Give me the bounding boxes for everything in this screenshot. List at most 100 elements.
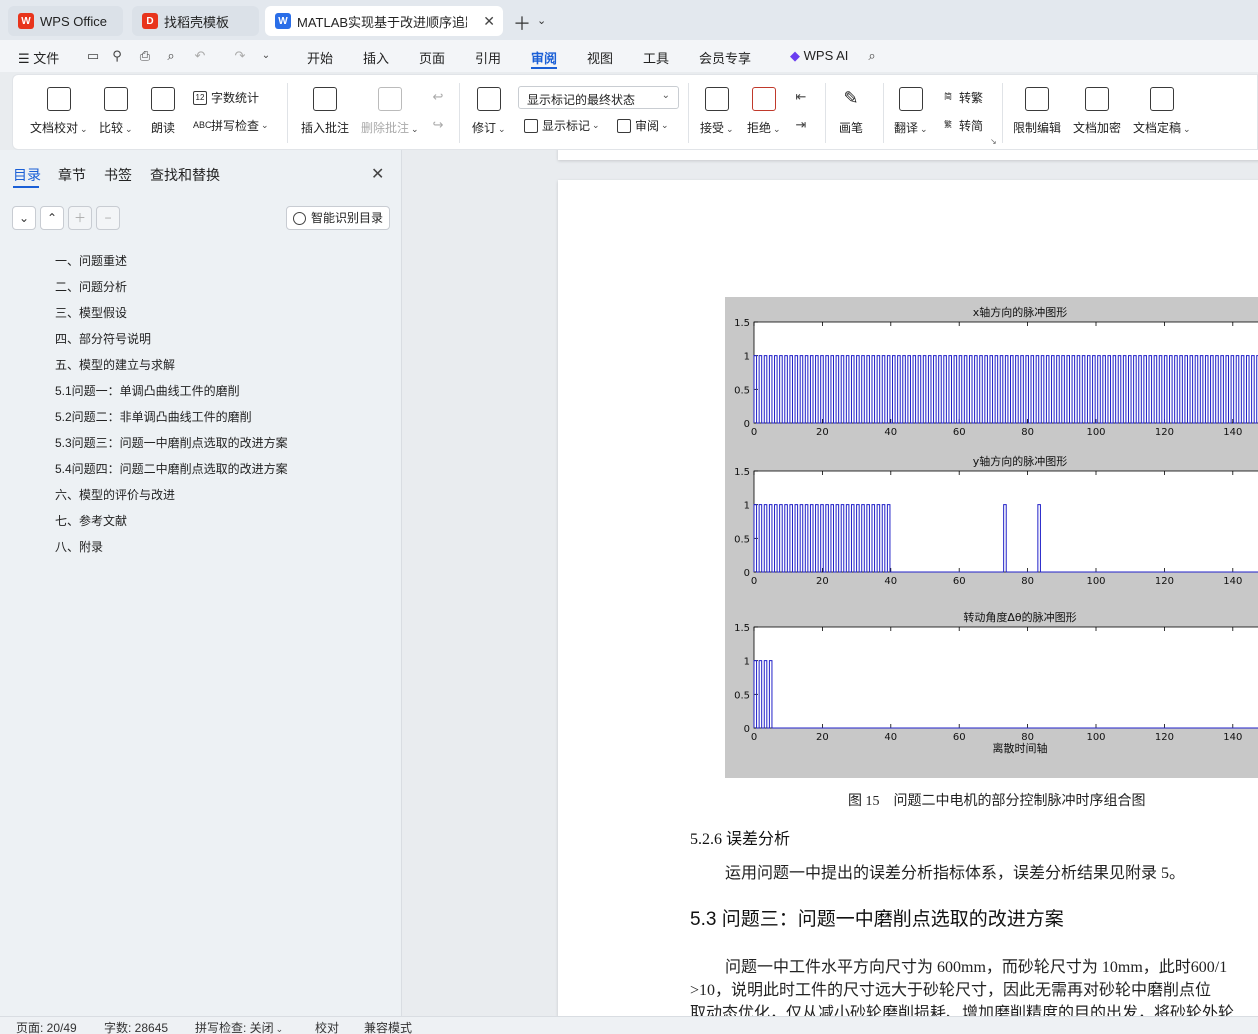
toc-item[interactable]: 二、问题分析 [55, 278, 127, 295]
menu-page[interactable]: 页面 [419, 48, 445, 67]
save-icon[interactable]: ▭ [85, 48, 101, 64]
compare-button[interactable]: 比较 ⌄ [99, 87, 133, 136]
accept-icon [704, 87, 729, 111]
close-icon[interactable]: ✕ [371, 164, 384, 184]
promote-level-button[interactable]: ＋ [68, 206, 92, 230]
paragraph: 运用问题一中提出的误差分析指标体系，误差分析结果见附录 5。 [725, 865, 1186, 882]
pen-button[interactable]: ✎ 画笔 [839, 87, 863, 136]
read-aloud-button[interactable]: 朗读 [151, 87, 175, 136]
next-comment-icon[interactable]: ↪ [430, 117, 446, 133]
restrict-edit-button[interactable]: 限制编辑 [1013, 87, 1061, 136]
toc-item[interactable]: 5.1问题一：单调凸曲线工件的磨削 [55, 382, 240, 399]
search-icon[interactable]: ⌕ [864, 48, 880, 64]
x-tick-label: 120 [1155, 576, 1174, 587]
menu-view[interactable]: 视图 [587, 48, 613, 67]
figure-caption: 图 15 问题二中电机的部分控制脉冲时序组合图 [848, 794, 1146, 809]
spell-check-button[interactable]: ABC 拼写检查 ⌄ [193, 117, 269, 134]
menu-member[interactable]: 会员专享 [699, 48, 751, 67]
y-tick-label: 0.5 [734, 385, 750, 396]
spell-check-status[interactable]: 拼写检查: 关闭 ⌄ [195, 1019, 283, 1034]
toc-item[interactable]: 六、模型的评价与改进 [55, 486, 175, 503]
redo-icon[interactable]: ↷ [232, 48, 248, 64]
new-tab-icon[interactable]: ＋ [513, 10, 531, 36]
close-tab-icon[interactable]: ✕ [483, 13, 495, 30]
toc-item[interactable]: 四、部分符号说明 [55, 330, 151, 347]
tab-chapters[interactable]: 章节 [58, 165, 86, 185]
menu-wps-ai[interactable]: ◆ WPS AI [790, 48, 848, 64]
finalize-button[interactable]: 文档定稿 ⌄ [1133, 87, 1191, 136]
tab-wps-office[interactable]: W WPS Office [8, 6, 123, 36]
chevron-down-icon[interactable]: ⌄ [537, 14, 546, 27]
smart-toc-button[interactable]: 智能识别目录 [286, 206, 390, 230]
toc-item[interactable]: 七、参考文献 [55, 512, 127, 529]
x-tick-label: 140 [1223, 576, 1242, 587]
tab-docer[interactable]: D 找稻壳模板 [132, 6, 259, 36]
to-simplified-button[interactable]: 繁转简 [941, 117, 983, 134]
document-area[interactable]: x轴方向的脉冲图形 0 0.5 1 1.5 0 20 40 60 80 100 120 140 y轴方向的… [403, 150, 1258, 1016]
toc-item[interactable]: 一、问题重述 [55, 252, 127, 269]
to-traditional-button[interactable]: 简转繁 [941, 89, 983, 106]
review-pane-button[interactable]: 审阅 ⌄ [617, 117, 669, 134]
menu-tools[interactable]: 工具 [643, 48, 669, 67]
expand-group-icon[interactable]: ↘ [990, 137, 997, 146]
menu-bar: ☰ 文件 ▭ ⚲ ⎙ ⌕ ↶ ↷ ⌄ 开始 插入 页面 引用 审阅 视图 工具 … [0, 40, 1258, 72]
x-tick-label: 140 [1223, 732, 1242, 743]
tab-find-replace[interactable]: 查找和替换 [150, 165, 220, 185]
finalize-document-icon [1149, 87, 1174, 111]
x-axis-label: 离散时间轴 [993, 741, 1048, 755]
chart-title: x轴方向的脉冲图形 [973, 305, 1068, 319]
word-doc-icon: W [275, 13, 291, 29]
insert-comment-icon [313, 87, 337, 111]
undo-icon[interactable]: ↶ [192, 48, 208, 64]
word-count[interactable]: 字数: 28645 [104, 1019, 168, 1034]
next-change-icon[interactable]: ⇥ [793, 117, 809, 133]
collapse-all-button[interactable]: ⌃ [40, 206, 64, 230]
menu-references[interactable]: 引用 [475, 48, 501, 67]
translate-icon [898, 87, 923, 111]
demote-level-button[interactable]: − [96, 206, 120, 230]
expand-all-button[interactable]: ⌄ [12, 206, 36, 230]
delete-comment-icon [377, 87, 402, 111]
menu-file[interactable]: ☰ 文件 [18, 48, 59, 67]
x-tick-label: 0 [751, 427, 757, 438]
revise-button[interactable]: 修订 ⌄ [472, 87, 506, 136]
menu-start[interactable]: 开始 [307, 48, 333, 67]
proofread-status[interactable]: 校对 [315, 1019, 339, 1034]
insert-comment-button[interactable]: 插入批注 [301, 87, 349, 136]
paragraph-line: 取动态优化，仅从减小砂轮磨削损耗、增加磨削精度的目的出发，将砂轮外轮 [690, 1005, 1235, 1016]
page-indicator[interactable]: 页面: 20/49 [16, 1019, 77, 1034]
toc-item[interactable]: 5.3问题三：问题一中磨削点选取的改进方案 [55, 434, 288, 451]
status-bar: 页面: 20/49 字数: 28645 拼写检查: 关闭 ⌄ 校对 兼容模式 [0, 1016, 1258, 1034]
markup-state-select[interactable]: 显示标记的最终状态 ⌄ [518, 86, 679, 109]
y-tick-label: 1.5 [734, 318, 750, 329]
reject-button[interactable]: 拒绝 ⌄ [747, 87, 781, 136]
chevron-down-icon[interactable]: ⌄ [258, 48, 274, 64]
y-tick-label: 1.5 [734, 467, 750, 478]
tab-bookmarks[interactable]: 书签 [104, 165, 132, 185]
toc-item[interactable]: 5.2问题二：非单调凸曲线工件的磨削 [55, 408, 252, 425]
tab-document[interactable]: W MATLAB实现基于改进顺序追踪 ✕ [265, 6, 503, 36]
translate-button[interactable]: 翻译 ⌄ [894, 87, 928, 136]
menu-review[interactable]: 审阅 [531, 48, 557, 67]
x-tick-label: 0 [751, 732, 757, 743]
print-preview-icon[interactable]: ⌕ [163, 48, 179, 64]
doc-check-button[interactable]: 文档校对 ⌄ [30, 87, 88, 136]
previous-comment-icon[interactable]: ↩ [430, 89, 446, 105]
encrypt-button[interactable]: 文档加密 [1073, 87, 1121, 136]
menu-insert[interactable]: 插入 [363, 48, 389, 67]
previous-change-icon[interactable]: ⇤ [793, 89, 809, 105]
toc-item[interactable]: 八、附录 [55, 538, 103, 555]
share-icon[interactable]: ⚲ [109, 48, 125, 64]
word-count-button[interactable]: 12 字数统计 [193, 89, 259, 106]
toc-item[interactable]: 5.4问题四：问题二中磨削点选取的改进方案 [55, 460, 288, 477]
show-markup-button[interactable]: 显示标记 ⌄ [524, 117, 600, 134]
print-icon[interactable]: ⎙ [137, 48, 153, 64]
delete-comment-button[interactable]: 删除批注 ⌄ [361, 87, 419, 136]
toc-item[interactable]: 五、模型的建立与求解 [55, 356, 175, 373]
accept-button[interactable]: 接受 ⌄ [700, 87, 734, 136]
encrypt-document-icon [1085, 87, 1109, 111]
tab-toc[interactable]: 目录 [13, 165, 41, 185]
toc-item[interactable]: 三、模型假设 [55, 304, 127, 321]
pulse-charts: x轴方向的脉冲图形00.511.50 20 40 60 80 100 120 140y轴方向的… [734, 305, 1258, 755]
y-tick-label: 0.5 [734, 534, 750, 545]
